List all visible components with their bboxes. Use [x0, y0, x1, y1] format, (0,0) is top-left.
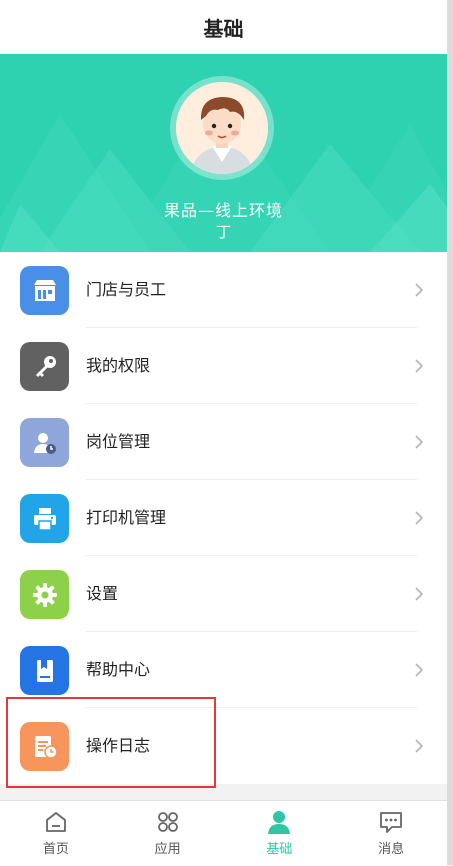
home-icon — [45, 812, 66, 832]
chevron-right-icon — [415, 435, 424, 449]
tab-label: 应用 — [154, 842, 181, 857]
menu-item-label: 岗位管理 — [86, 432, 151, 451]
tab-bar: 首页 应用 基础 消息 — [0, 800, 447, 866]
tab-label: 消息 — [378, 842, 405, 857]
chevron-right-icon — [415, 359, 424, 373]
chevron-right-icon — [415, 511, 424, 525]
person-icon — [268, 811, 291, 834]
key-icon — [20, 342, 69, 391]
menu-item-label: 打印机管理 — [86, 508, 167, 527]
tab-apps[interactable]: 应用 — [112, 801, 224, 866]
tab-basics[interactable]: 基础 — [224, 801, 336, 866]
menu-item-printer-management[interactable]: 打印机管理 — [0, 480, 447, 556]
printer-icon — [20, 494, 69, 543]
gear-icon — [20, 570, 69, 619]
profile-name: 果品—线上环境 — [163, 201, 283, 220]
apps-icon — [157, 812, 178, 832]
tab-label: 首页 — [42, 842, 69, 857]
title-bar: 基础 — [0, 0, 447, 54]
tab-home[interactable]: 首页 — [0, 801, 112, 866]
menu-item-my-permissions[interactable]: 我的权限 — [0, 328, 447, 404]
menu-item-stores-staff[interactable]: 门店与员工 — [0, 252, 447, 328]
chevron-right-icon — [415, 663, 424, 677]
user-role-icon — [20, 418, 69, 467]
message-icon — [380, 812, 403, 833]
book-icon — [20, 646, 69, 695]
chevron-right-icon — [415, 283, 424, 297]
profile-header: 果品—线上环境 丁 — [0, 54, 447, 252]
menu-item-position-management[interactable]: 岗位管理 — [0, 404, 447, 480]
chevron-right-icon — [415, 739, 424, 753]
menu-item-label: 门店与员工 — [86, 280, 167, 299]
menu-item-settings[interactable]: 设置 — [0, 556, 447, 632]
edge-strip — [447, 0, 453, 865]
tab-label: 基础 — [266, 842, 293, 857]
store-icon — [20, 266, 69, 315]
avatar — [176, 82, 268, 174]
menu-item-label: 设置 — [86, 584, 119, 603]
menu-item-label: 我的权限 — [86, 356, 151, 375]
page: 基础 果品—线上环境 丁 门店与员工 我的权限 岗位管理 打印机管理 设置 帮助… — [0, 0, 447, 866]
page-title: 基础 — [203, 16, 244, 41]
highlight-box — [6, 697, 216, 788]
chevron-right-icon — [415, 587, 424, 601]
avatar-ring[interactable] — [170, 76, 274, 180]
profile-subtitle: 丁 — [215, 223, 231, 241]
tab-messages[interactable]: 消息 — [335, 801, 447, 866]
